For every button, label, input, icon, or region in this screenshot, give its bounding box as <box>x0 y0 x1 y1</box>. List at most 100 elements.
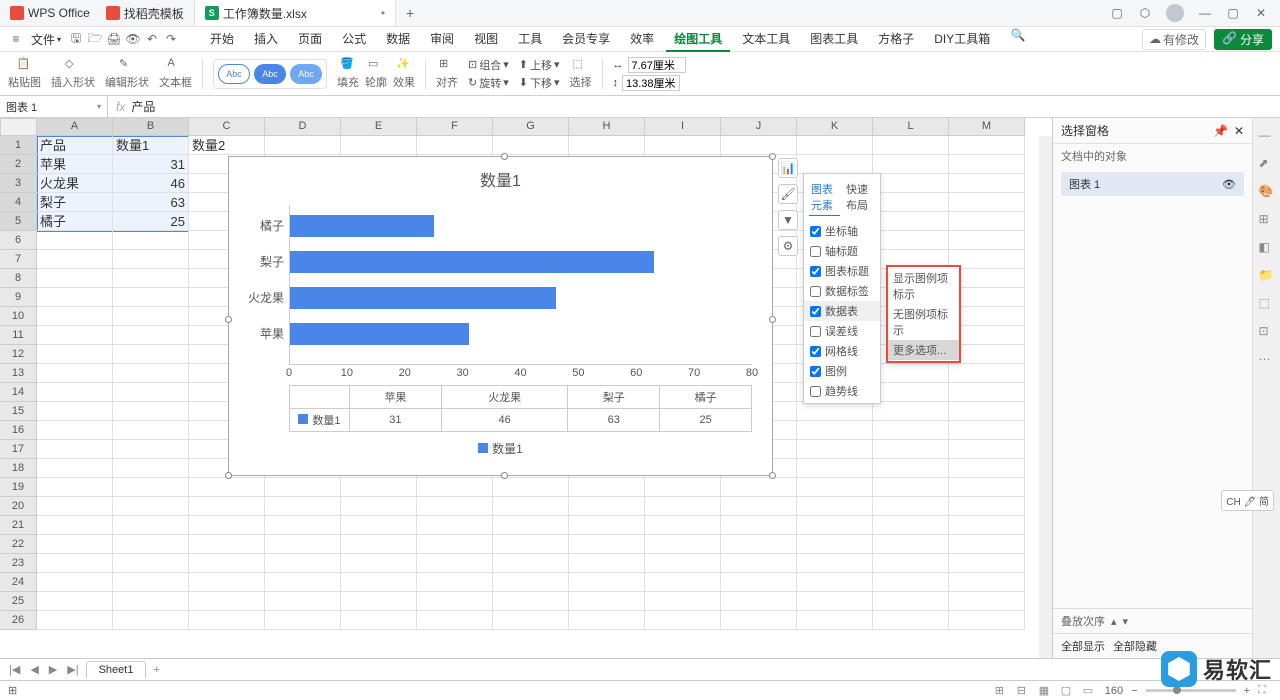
tab-efficiency[interactable]: 效率 <box>622 27 662 52</box>
group-dropdown[interactable]: ⊡ 组合 ▾ <box>468 57 509 73</box>
chart-bar[interactable] <box>290 287 556 309</box>
close-button[interactable]: ✕ <box>1254 6 1268 20</box>
close-pane-icon[interactable]: ✕ <box>1234 124 1244 138</box>
row-header[interactable]: 8 <box>0 269 37 288</box>
share-button[interactable]: 🔗 分享 <box>1214 29 1272 50</box>
select-tool-icon[interactable]: ⬈ <box>1259 156 1275 172</box>
redo-icon[interactable]: ↷ <box>163 31 179 47</box>
col-header[interactable]: I <box>645 118 721 136</box>
tool-icon[interactable]: ⬚ <box>1259 296 1275 312</box>
col-header[interactable]: L <box>873 118 949 136</box>
chart-settings-icon[interactable]: ⚙ <box>778 236 798 256</box>
collapse-icon[interactable]: — <box>1259 128 1275 144</box>
tab-formula[interactable]: 公式 <box>334 27 374 52</box>
cell[interactable]: 橘子 <box>37 212 113 231</box>
tab-chart-tools[interactable]: 图表工具 <box>802 27 866 52</box>
rotate-dropdown[interactable]: ↻ 旋转 ▾ <box>468 75 509 91</box>
preset-1[interactable]: Abc <box>218 64 250 84</box>
chart-elements-icon[interactable]: 📊 <box>778 158 798 178</box>
chart-filter-icon[interactable]: ▼ <box>778 210 798 230</box>
pin-icon[interactable]: 📌 <box>1213 124 1228 138</box>
row-header[interactable]: 17 <box>0 440 37 459</box>
row-header[interactable]: 6 <box>0 231 37 250</box>
row-header[interactable]: 14 <box>0 383 37 402</box>
col-header[interactable]: K <box>797 118 873 136</box>
col-header[interactable]: F <box>417 118 493 136</box>
row-header[interactable]: 16 <box>0 421 37 440</box>
row-header[interactable]: 21 <box>0 516 37 535</box>
row-header[interactable]: 13 <box>0 364 37 383</box>
file-menu[interactable]: 文件▾ <box>27 31 65 48</box>
tab-diy[interactable]: DIY工具箱 <box>926 27 998 52</box>
preset-3[interactable]: Abc <box>290 64 322 84</box>
sheet-tab[interactable]: Sheet1 <box>86 661 147 678</box>
chart-element-checkbox[interactable]: 误差线 <box>804 321 880 341</box>
tab-workbook[interactable]: S 工作簿数量.xlsx • <box>195 0 396 26</box>
hamburger-icon[interactable]: ≡ <box>8 31 24 47</box>
chart-title[interactable]: 数量1 <box>229 157 772 197</box>
tab-view[interactable]: 视图 <box>466 27 506 52</box>
insert-shape[interactable]: ◇插入形状 <box>51 57 95 90</box>
minimize-button[interactable]: — <box>1198 6 1212 20</box>
tab-start[interactable]: 开始 <box>202 27 242 52</box>
name-box[interactable]: 图表 1▾ <box>0 97 108 117</box>
undo-icon[interactable]: ↶ <box>144 31 160 47</box>
open-icon[interactable]: 🗁 <box>87 31 103 47</box>
row-header[interactable]: 24 <box>0 573 37 592</box>
style-tool-icon[interactable]: 🎨 <box>1259 184 1275 200</box>
cell[interactable]: 产品 <box>37 136 113 155</box>
changes-badge[interactable]: ☁ 有修改 <box>1142 29 1206 50</box>
search-icon[interactable]: 🔍 <box>1010 27 1026 43</box>
chart-element-checkbox[interactable]: 数据标签 <box>804 281 880 301</box>
zoom-slider[interactable] <box>1146 689 1236 692</box>
row-header[interactable]: 1 <box>0 136 37 155</box>
col-header[interactable]: A <box>37 118 113 136</box>
preset-2[interactable]: Abc <box>254 64 286 84</box>
select-all-corner[interactable] <box>0 118 37 136</box>
cell[interactable]: 63 <box>113 193 189 212</box>
row-header[interactable]: 25 <box>0 592 37 611</box>
col-header[interactable]: H <box>569 118 645 136</box>
maximize-button[interactable]: ▢ <box>1226 6 1240 20</box>
style-presets[interactable]: Abc Abc Abc <box>213 59 327 89</box>
tab-insert[interactable]: 插入 <box>246 27 286 52</box>
col-header[interactable]: G <box>493 118 569 136</box>
row-header[interactable]: 10 <box>0 307 37 326</box>
sheet-nav-next[interactable]: ▶ <box>46 663 60 676</box>
row-header[interactable]: 19 <box>0 478 37 497</box>
view-normal-icon[interactable]: ▦ <box>1039 684 1053 698</box>
tab-add-button[interactable]: + <box>396 5 424 21</box>
sheet-nav-first[interactable]: |◀ <box>6 663 23 676</box>
submenu-item-more[interactable]: 更多选项... <box>888 340 959 360</box>
cell[interactable]: 火龙果 <box>37 174 113 193</box>
window-icon-1[interactable]: ▢ <box>1110 6 1124 20</box>
chart-element-checkbox[interactable]: 网格线 <box>804 341 880 361</box>
tab-member[interactable]: 会员专享 <box>554 27 618 52</box>
width-input[interactable]: ↔ <box>613 57 686 73</box>
fill-dropdown[interactable]: 🪣填充 <box>337 57 359 90</box>
row-header[interactable]: 11 <box>0 326 37 345</box>
tool-icon[interactable]: 📁 <box>1259 268 1275 284</box>
tool-icon[interactable]: ◧ <box>1259 240 1275 256</box>
save-icon[interactable]: 🖫 <box>68 31 84 47</box>
align-dropdown[interactable]: ⊞对齐 <box>436 57 458 90</box>
print-icon[interactable]: 🖨 <box>106 31 122 47</box>
preview-icon[interactable]: 👁 <box>125 31 141 47</box>
cell[interactable]: 25 <box>113 212 189 231</box>
row-header[interactable]: 23 <box>0 554 37 573</box>
col-header[interactable]: J <box>721 118 797 136</box>
chart-bar[interactable] <box>290 215 434 237</box>
paste-group[interactable]: 📋粘贴图 <box>8 57 41 90</box>
moveup-dropdown[interactable]: ⬆ 上移 ▾ <box>519 57 560 73</box>
height-input[interactable]: ↕ <box>613 75 686 91</box>
chart-element-checkbox[interactable]: 图例 <box>804 361 880 381</box>
row-header[interactable]: 12 <box>0 345 37 364</box>
edit-shape[interactable]: ✎编辑形状 <box>105 57 149 90</box>
col-header[interactable]: D <box>265 118 341 136</box>
vertical-scrollbar[interactable] <box>1039 136 1052 658</box>
popup-tab-layout[interactable]: 快速布局 <box>844 179 875 216</box>
fx-area[interactable]: fx产品 <box>108 96 163 117</box>
cell[interactable]: 数量1 <box>113 136 189 155</box>
cell[interactable]: 46 <box>113 174 189 193</box>
row-header[interactable]: 26 <box>0 611 37 630</box>
